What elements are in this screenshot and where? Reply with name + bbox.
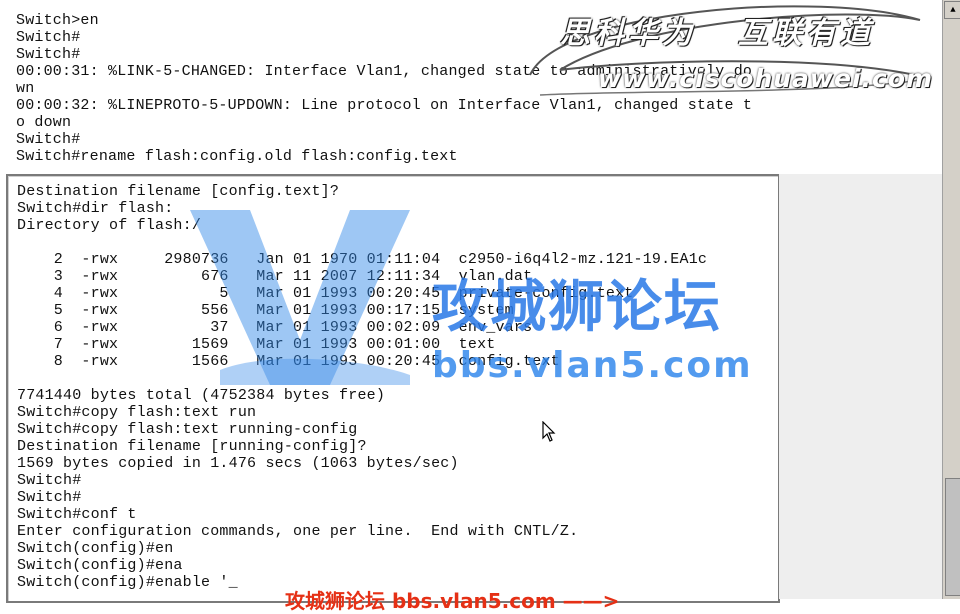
terminal-line: Switch#copy flash:text running-config <box>17 421 358 438</box>
watermark-title: 攻城狮论坛 <box>432 275 722 340</box>
terminal-line: Switch(config)#en <box>17 540 174 557</box>
bottom-caption: 攻城狮论坛 bbs.vlan5.com ——> <box>285 589 620 613</box>
terminal-line: Switch# <box>17 472 82 489</box>
logo-url: www.ciscohuawei.com <box>598 64 934 93</box>
terminal-line: Switch(config)#ena <box>17 557 183 574</box>
terminal-line: Destination filename [running-config]? <box>17 438 367 455</box>
terminal-line: Destination filename [config.text]? <box>17 183 340 200</box>
logo-text-cn-1: 思科华为 <box>560 16 696 51</box>
background-panel <box>779 174 942 599</box>
watermark-url: bbs.vlan5.com <box>432 345 753 386</box>
scrollbar-thumb[interactable] <box>945 478 960 596</box>
watermark-logo-icon <box>190 210 410 385</box>
terminal-line: Switch#conf t <box>17 506 137 523</box>
terminal-line: Enter configuration commands, one per li… <box>17 523 579 540</box>
terminal-line: Switch# <box>17 489 82 506</box>
console-line: Switch# <box>16 131 81 148</box>
vertical-scrollbar[interactable]: ▲ <box>942 0 960 599</box>
terminal-line: Switch#copy flash:text run <box>17 404 257 421</box>
arrow-up-icon[interactable]: ▲ <box>944 1 960 19</box>
mouse-pointer-icon <box>542 421 556 442</box>
logo-text-cn-2: 互联有道 <box>738 16 874 51</box>
console-line: Switch#rename flash:config.old flash:con… <box>16 148 458 165</box>
terminal-line: 1569 bytes copied in 1.476 secs (1063 by… <box>17 455 459 472</box>
